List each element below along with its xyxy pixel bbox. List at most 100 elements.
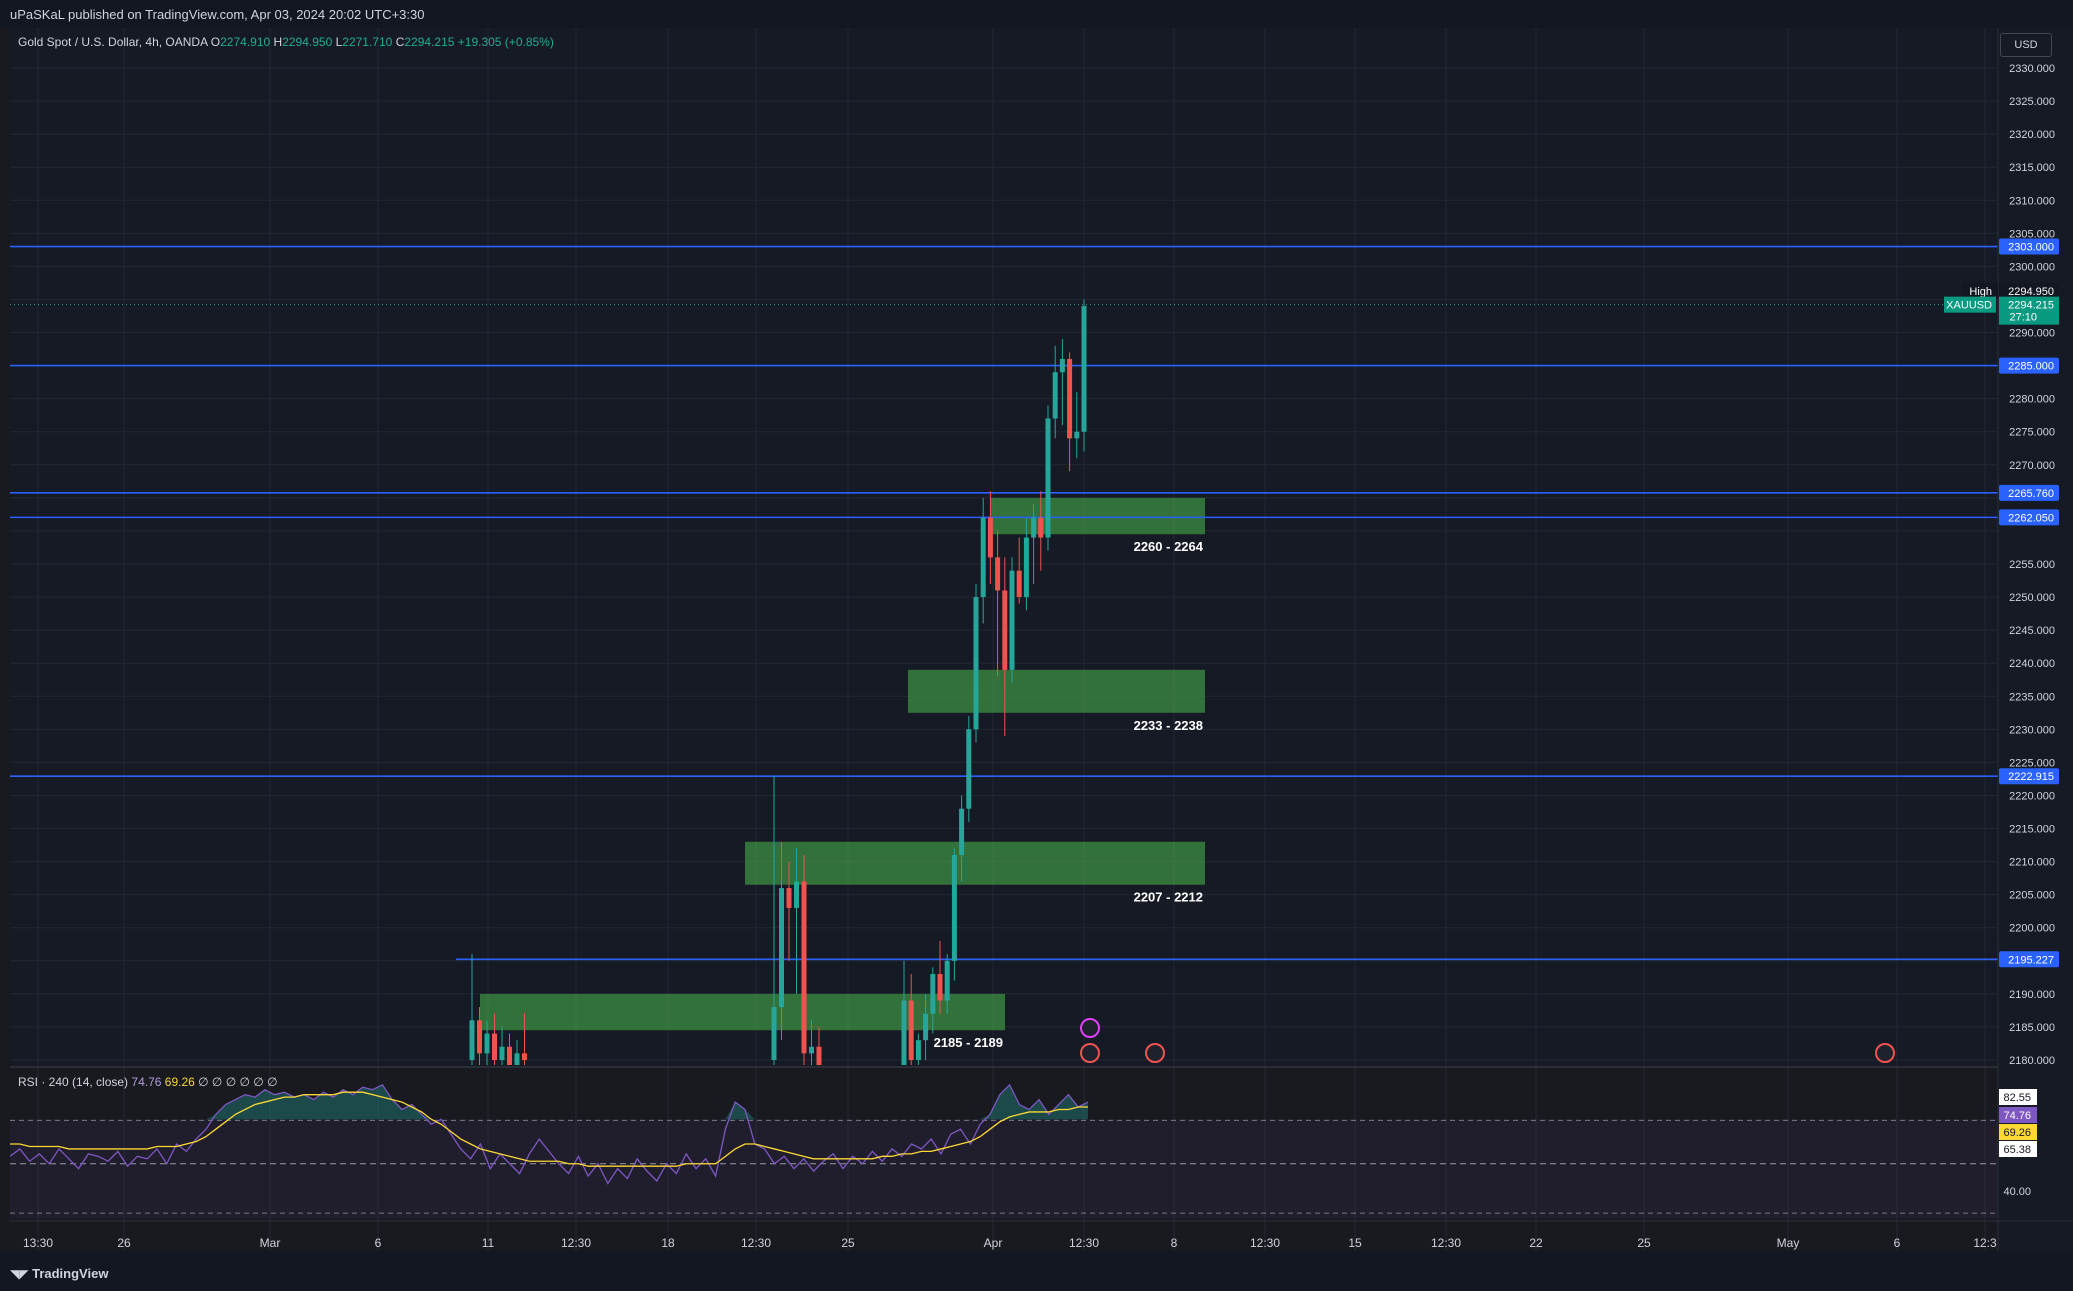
price-tick-label: 2320.000 [2009,129,2055,141]
time-tick-label: 26 [117,1236,131,1250]
candle-body [1052,372,1058,419]
candle-body [794,881,799,908]
candle-body [951,854,957,961]
zone-box [908,669,1205,713]
time-tick-label: 12:30 [561,1236,591,1250]
time-tick-label: 12:30 [1431,1236,1461,1250]
price-tick-label: 2280.000 [2009,394,2055,406]
candle-body [1009,570,1015,670]
rsi-title: RSI · 240 (14, close) [18,1075,129,1089]
price-tick-label: 2270.000 [2009,460,2055,472]
rsi-overbought-fill [10,1084,1088,1120]
price-tag-value: 2294.215 [2008,300,2054,312]
open-value: 2274.910 [220,35,271,49]
time-tick-label: 6 [1894,1236,1901,1250]
time-tick-label: 12:3 [1973,1236,1997,1250]
currency-button[interactable]: USD [2000,33,2052,57]
event-flag-icon [1080,1043,1100,1063]
candle-body [1059,358,1065,373]
candle-body [973,597,979,730]
high-tag-name: High [1969,286,1992,298]
candle-body [1031,517,1037,538]
price-tick-label: 2225.000 [2009,757,2055,769]
candle-body [779,888,784,1008]
rsi-value: 74.76 [131,1075,162,1089]
high-label: H [273,35,283,49]
candle-body [522,1053,527,1060]
tradingview-logo[interactable]: ◥◤ TradingView [10,1266,108,1281]
close-value: 2294.215 [404,35,455,49]
candle-body [1038,517,1044,538]
publisher-bar: uPaSKaL published on TradingView.com, Ap… [0,0,2073,28]
rsi-axis-label: 40.00 [2003,1186,2031,1198]
event-flag-icon [1145,1043,1165,1063]
rsi-placeholders: ∅ ∅ ∅ ∅ ∅ ∅ [198,1075,278,1089]
candle-body [908,1000,914,1060]
level-tag-label: 2265.760 [2008,488,2054,500]
price-chart-svg[interactable]: 2260 - 2264 2233 - 2238 2207 - 2212 2185 - … [10,28,2073,1251]
chart-pane[interactable]: 2260 - 2264 2233 - 2238 2207 - 2212 2185 - … [10,28,2073,1251]
price-tag-countdown: 27:10 [2009,312,2037,324]
symbol-legend: Gold Spot / U.S. Dollar, 4h, OANDA O2274… [18,35,554,49]
price-tick-label: 2185.000 [2009,1022,2055,1034]
zone-label: 2233 - 2238 [1134,718,1203,733]
candle-body [771,1007,777,1060]
candle-body [995,557,1001,591]
candle-body [1067,358,1073,439]
candle-body [1074,431,1080,439]
time-tick-label: May [1777,1236,1800,1250]
candle-body [1016,570,1022,598]
change-value: +19.305 (+0.85%) [457,35,554,49]
zone-box [990,497,1205,535]
low-value: 2271.710 [342,35,393,49]
price-tick-label: 2325.000 [2009,96,2055,108]
candle-body [915,1040,921,1060]
symbol-title: Gold Spot / U.S. Dollar, 4h, OANDA [18,35,208,49]
price-tick-label: 2275.000 [2009,427,2055,439]
candle-body [1045,418,1051,538]
candle-body [809,1046,814,1054]
candle-body [816,1046,822,1065]
price-tick-label: 2190.000 [2009,989,2055,1001]
price-tick-label: 2220.000 [2009,790,2055,802]
candle-body [801,881,807,1054]
level-tag-label: 2222.915 [2008,771,2054,783]
price-tick-label: 2235.000 [2009,691,2055,703]
time-tick-label: Mar [260,1236,281,1250]
rsi-legend: RSI · 240 (14, close) 74.76 69.26 ∅ ∅ ∅ … [18,1075,278,1089]
brand-label: TradingView [32,1266,109,1281]
time-tick-label: 25 [841,1236,855,1250]
rsi-band [10,1119,1998,1218]
time-tick-label: 12:30 [1069,1236,1099,1250]
rsi-axis-tag-label: 65.38 [2003,1144,2031,1156]
candle-body [901,1000,907,1065]
level-tag-label: 2195.227 [2008,954,2054,966]
time-tick-label: 22 [1529,1236,1543,1250]
price-tick-label: 2200.000 [2009,923,2055,935]
candle-body [987,517,993,558]
candle-body [930,974,936,1014]
candle-body [507,1046,512,1065]
price-tick-label: 2300.000 [2009,261,2055,273]
zone-label: 2207 - 2212 [1134,890,1203,905]
rsi-axis-tag-label: 74.76 [2003,1110,2031,1122]
event-lightning-icon [1080,1018,1100,1038]
logo-icon: ◥◤ [10,1267,29,1281]
time-tick-label: 11 [482,1236,495,1250]
candle-body [1081,306,1087,432]
price-tick-label: 2210.000 [2009,857,2055,869]
candle-body [980,517,986,598]
open-label: O [210,35,221,49]
time-tick-label: 13:30 [23,1236,53,1250]
candle-body [959,808,965,855]
candle-body [786,888,792,908]
publisher-line: uPaSKaL published on TradingView.com, Ap… [10,7,425,22]
zone-label: 2260 - 2264 [1134,539,1204,554]
time-tick-label: 15 [1348,1236,1362,1250]
price-tick-label: 2330.000 [2009,63,2055,75]
high-value: 2294.950 [282,35,333,49]
zone-box [745,841,1205,885]
price-tick-label: 2290.000 [2009,328,2055,340]
price-tick-label: 2255.000 [2009,559,2055,571]
price-tick-label: 2305.000 [2009,228,2055,240]
